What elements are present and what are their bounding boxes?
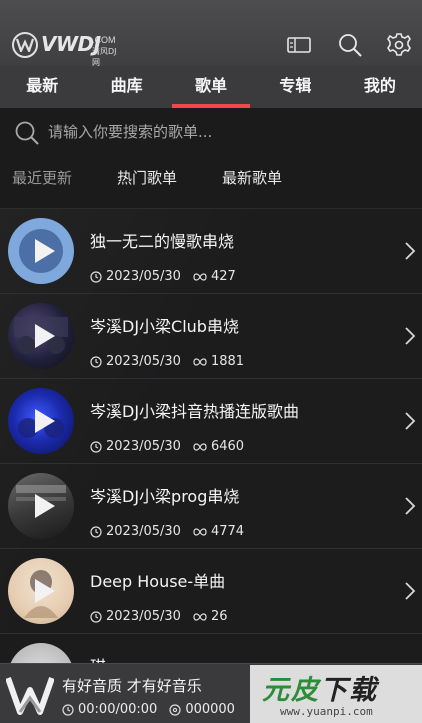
- playlist-cover: [8, 473, 74, 539]
- logo-subtitle: 清风DJ网: [92, 47, 117, 67]
- play-icon: [16, 485, 66, 518]
- gear-icon[interactable]: [386, 33, 412, 57]
- play-icon: [14, 317, 68, 354]
- play-icon: [19, 229, 63, 273]
- player-logo-icon: [6, 677, 54, 715]
- list-item[interactable]: Deep House-单曲 2023/05/30 26: [0, 549, 422, 634]
- list-item[interactable]: 岑溪DJ小梁prog串烧 2023/05/30 4774: [0, 464, 422, 549]
- tab-mine[interactable]: 我的: [338, 66, 422, 108]
- search-icon: [14, 120, 40, 150]
- clock-icon: [62, 703, 74, 716]
- loop-icon: [193, 612, 207, 621]
- tab-playlists[interactable]: 歌单: [169, 66, 253, 108]
- player-meta: 00:00/00:00 000000: [62, 702, 235, 717]
- chevron-right-icon: [405, 497, 416, 515]
- playlist-meta: 2023/05/30 427: [90, 269, 236, 284]
- chevron-right-icon: [405, 327, 416, 345]
- filter-hot-playlists[interactable]: 热门歌单: [117, 167, 177, 188]
- tab-library[interactable]: 曲库: [84, 66, 168, 108]
- playlist-play-count: 6460: [210, 439, 245, 454]
- clock-icon: [90, 355, 102, 368]
- filter-new-playlists[interactable]: 最新歌单: [222, 167, 282, 188]
- card-icon[interactable]: [286, 33, 312, 57]
- list-item[interactable]: 琪: [0, 634, 422, 663]
- search-input[interactable]: [48, 118, 408, 146]
- watermark-url: www.yuanpi.com: [280, 705, 373, 718]
- playlist-meta: 2023/05/30 1881: [90, 354, 244, 369]
- tab-latest[interactable]: 最新: [0, 66, 84, 108]
- disc-icon: [169, 703, 181, 716]
- player-title: 有好音质 才有好音乐: [62, 677, 202, 695]
- loop-icon: [193, 442, 207, 451]
- chevron-right-icon: [405, 412, 416, 430]
- list-item[interactable]: 独一无二的慢歌串烧 2023/05/30 427: [0, 209, 422, 294]
- tab-albums[interactable]: 专辑: [253, 66, 337, 108]
- playlist-meta: 2023/05/30 4774: [90, 524, 244, 539]
- chevron-right-icon: [405, 582, 416, 600]
- main-tabs: 最新 曲库 歌单 专辑 我的: [0, 66, 422, 108]
- playlist-title: 琪: [90, 653, 106, 663]
- list-item[interactable]: 岑溪DJ小梁抖音热播连版歌曲 2023/05/30 6460: [0, 379, 422, 464]
- loop-icon: [193, 527, 207, 536]
- app-header: VWDJ .COM 清风DJ网: [0, 0, 422, 67]
- app-logo[interactable]: VWDJ .COM 清风DJ网: [12, 30, 124, 67]
- playlist-cover: [8, 303, 74, 369]
- play-icon: [18, 409, 64, 438]
- playlist-play-count: 4774: [210, 524, 245, 539]
- clock-icon: [90, 440, 102, 453]
- loop-icon: [193, 272, 207, 281]
- player-play-count: 000000: [185, 702, 235, 717]
- search-icon[interactable]: [337, 33, 363, 57]
- clock-icon: [90, 610, 102, 623]
- playlist-title: Deep House-单曲: [90, 572, 226, 591]
- logo-mark-icon: [12, 32, 38, 58]
- playlist-cover: [8, 218, 74, 284]
- playlist-date: 2023/05/30: [106, 609, 181, 624]
- watermark-brand-dark: 下载: [320, 675, 378, 706]
- playlist-cover: [8, 558, 74, 624]
- clock-icon: [90, 270, 102, 283]
- filter-recent-updates[interactable]: 最近更新: [12, 167, 72, 188]
- play-icon: [24, 570, 58, 618]
- playlist-play-count: 26: [210, 609, 228, 624]
- playlist-list: 独一无二的慢歌串烧 2023/05/30 427 岑溪DJ小梁Club串烧 20…: [0, 208, 422, 663]
- watermark-brand-green: 元皮: [262, 675, 320, 706]
- playlist-date: 2023/05/30: [106, 439, 181, 454]
- playlist-play-count: 427: [210, 269, 236, 284]
- playlist-cover: [8, 643, 74, 663]
- playlist-date: 2023/05/30: [106, 354, 181, 369]
- site-watermark: 元皮下载 www.yuanpi.com: [250, 665, 422, 723]
- chevron-right-icon: [405, 242, 416, 260]
- search-bar: [0, 108, 422, 156]
- watermark-brand: 元皮下载: [262, 668, 378, 707]
- playlist-meta: 2023/05/30 6460: [90, 439, 244, 454]
- playlist-title: 岑溪DJ小梁抖音热播连版歌曲: [90, 402, 300, 421]
- playlist-meta: 2023/05/30 26: [90, 609, 227, 624]
- playlist-filters: 最近更新 热门歌单 最新歌单: [0, 156, 422, 200]
- clock-icon: [90, 525, 102, 538]
- playlist-cover: [8, 388, 74, 454]
- loop-icon: [193, 357, 207, 366]
- playlist-play-count: 1881: [210, 354, 245, 369]
- player-time: 00:00/00:00: [78, 702, 158, 717]
- playlist-title: 独一无二的慢歌串烧: [90, 232, 235, 251]
- logo-domain: .COM: [92, 35, 116, 45]
- playlist-title: 岑溪DJ小梁Club串烧: [90, 317, 239, 336]
- list-item[interactable]: 岑溪DJ小梁Club串烧 2023/05/30 1881: [0, 294, 422, 379]
- playlist-title: 岑溪DJ小梁prog串烧: [90, 487, 240, 506]
- playlist-date: 2023/05/30: [106, 269, 181, 284]
- playlist-date: 2023/05/30: [106, 524, 181, 539]
